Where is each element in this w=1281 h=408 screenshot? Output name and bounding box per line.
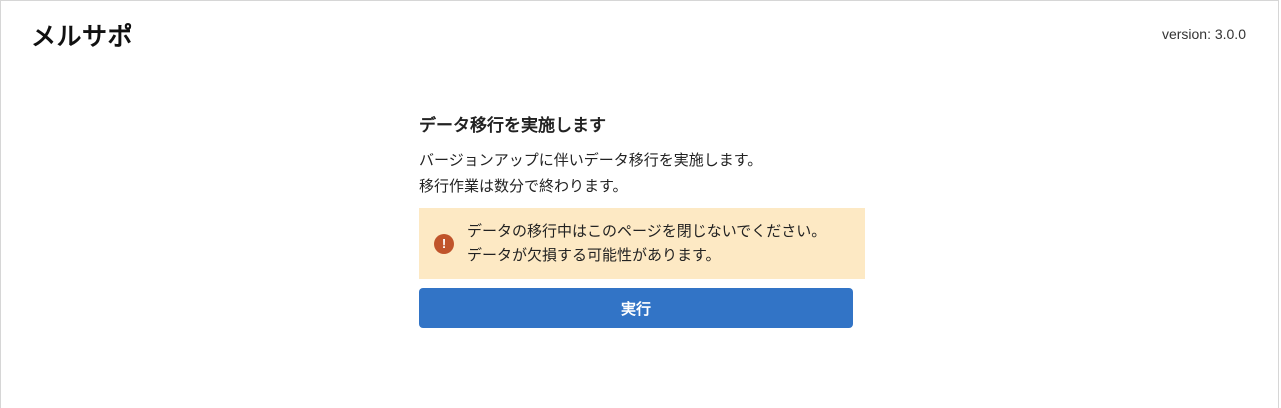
description-line: バージョンアップに伴いデータ移行を実施します。 (419, 151, 763, 169)
exclamation-circle-icon: ! (434, 234, 454, 254)
app-logo: メルサポ (31, 22, 134, 51)
warning-alert: ! データの移行中はこのページを閉じないでください。 データが欠損する可能性があ… (419, 208, 865, 279)
version-label: version: 3.0.0 (1161, 26, 1246, 42)
warning-text: データの移行中はこのページを閉じないでください。 データが欠損する可能性がありま… (467, 219, 826, 267)
run-migration-button[interactable]: 実行 (419, 288, 853, 328)
migration-panel: データ移行を実施します バージョンアップに伴いデータ移行を実施します。 移行作業… (419, 113, 865, 328)
page-title: データ移行を実施します (419, 116, 606, 136)
migration-description: バージョンアップに伴いデータ移行を実施します。 移行作業は数分で終わります。 (419, 147, 865, 199)
warning-line: データの移行中はこのページを閉じないでください。 (467, 222, 827, 240)
app-frame: メルサポ version: 3.0.0 データ移行を実施します バージョンアップ… (0, 0, 1279, 408)
description-line: 移行作業は数分で終わります。 (419, 177, 628, 195)
warning-line: データが欠損する可能性があります。 (467, 246, 721, 264)
